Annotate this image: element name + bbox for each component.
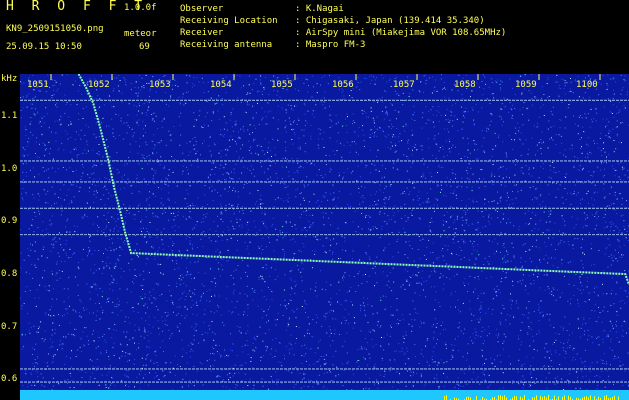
frequency-axis: kHz 1.1 1.0 0.9 0.8 0.7 0.6 xyxy=(0,74,20,400)
spectrogram xyxy=(20,74,629,390)
time-tick-label: 1054 xyxy=(210,80,232,90)
time-tick-label: 1057 xyxy=(393,80,415,90)
app-version: 1.0.0f xyxy=(124,3,157,13)
time-tick-label: 1051 xyxy=(27,80,49,90)
image-filename: KN9_2509151050.png xyxy=(6,24,104,34)
signal-strength-graph xyxy=(444,395,619,400)
spectrogram-panel: 1051 1052 1053 1054 1055 1056 1057 1058 1059 1100 xyxy=(20,74,629,390)
time-tick-label: 1059 xyxy=(515,80,537,90)
meteor-count: 69 xyxy=(139,42,150,52)
signal-spikes xyxy=(444,395,619,400)
info-location: Receiving Location : Chigasaki, Japan (13… xyxy=(180,15,485,27)
header-panel: H R O F F T 1.0.0f KN9_2509151050.png 25… xyxy=(0,0,629,74)
info-label: Observer xyxy=(180,4,224,14)
frequency-tick-label: 0.6 xyxy=(1,374,18,385)
info-label: Receiving Location xyxy=(180,16,278,26)
time-tick-label: 1056 xyxy=(332,80,354,90)
frequency-tick-label: 1.1 xyxy=(1,111,18,122)
info-value: : Chigasaki, Japan (139.414 35.340) xyxy=(295,16,485,26)
signal-strength-bar xyxy=(20,390,629,400)
frequency-tick-label: 0.9 xyxy=(1,216,18,227)
time-tick-label: 1053 xyxy=(149,80,171,90)
time-tick-label: 1100 xyxy=(576,80,598,90)
info-label: Receiver xyxy=(180,28,224,38)
capture-timestamp: 25.09.15 10:50 xyxy=(6,42,82,52)
info-observer: Observer : K.Nagai xyxy=(180,3,344,15)
info-value: : AirSpy mini (Miakejima VOR 108.65MHz) xyxy=(295,28,507,38)
info-receiver: Receiver : AirSpy mini (Miakejima VOR 108… xyxy=(180,27,506,39)
info-label: Receiving antenna xyxy=(180,40,273,50)
frequency-tick-label: 0.8 xyxy=(1,269,18,280)
spectrogram-background xyxy=(20,74,629,390)
meteor-label: meteor xyxy=(124,29,157,39)
time-tick-label: 1052 xyxy=(88,80,110,90)
info-value: : Maspro FM-3 xyxy=(295,40,366,50)
frequency-unit: kHz xyxy=(1,74,18,84)
info-value: : K.Nagai xyxy=(295,4,344,14)
time-tick-label: 1058 xyxy=(454,80,476,90)
frequency-tick-label: 0.7 xyxy=(1,321,18,332)
info-antenna: Receiving antenna : Maspro FM-3 xyxy=(180,39,365,51)
frequency-tick-label: 1.0 xyxy=(1,163,18,174)
time-tick-label: 1055 xyxy=(271,80,293,90)
